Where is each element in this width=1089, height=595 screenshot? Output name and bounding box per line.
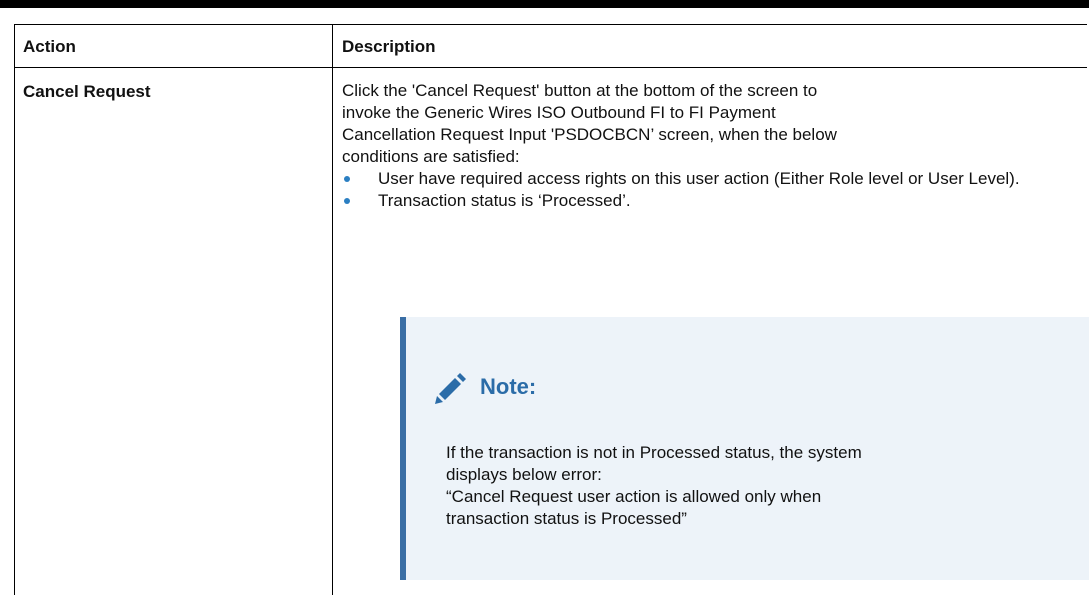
column-separator — [332, 24, 333, 595]
note-line: If the transaction is not in Processed s… — [446, 443, 862, 462]
conditions-list: User have required access rights on this… — [342, 168, 1082, 212]
table-top-border — [14, 24, 1087, 25]
condition-item: User have required access rights on this… — [342, 168, 1082, 190]
note-heading: Note: — [433, 370, 536, 404]
note-line: displays below error: — [446, 465, 602, 484]
bullet-icon — [344, 198, 350, 204]
bullet-icon — [344, 176, 350, 182]
note-line: “Cancel Request user action is allowed o… — [446, 487, 822, 506]
header-description: Description — [342, 37, 436, 56]
table-left-border — [14, 24, 15, 595]
condition-item: Transaction status is ‘Processed’. — [342, 190, 1082, 212]
pencil-icon — [435, 373, 466, 404]
header-action: Action — [23, 37, 76, 56]
action-description-table: Action Description Cancel Request Click … — [14, 24, 1089, 595]
note-box: Note: If the transaction is not in Proce… — [400, 317, 1089, 580]
intro-line: Cancellation Request Input 'PSDOCBCN’ sc… — [342, 125, 837, 144]
description-cell: Click the 'Cancel Request' button at the… — [342, 80, 1082, 212]
intro-line: Click the 'Cancel Request' button at the… — [342, 81, 818, 100]
intro-line: conditions are satisfied: — [342, 147, 520, 166]
condition-text: Transaction status is ‘Processed’. — [378, 191, 631, 210]
header-separator — [14, 67, 1087, 68]
condition-text: User have required access rights on this… — [378, 169, 1020, 188]
action-cancel-request: Cancel Request — [23, 82, 151, 101]
note-line: transaction status is Processed” — [446, 509, 687, 528]
top-rule — [0, 0, 1089, 8]
note-title: Note: — [480, 374, 537, 399]
intro-line: invoke the Generic Wires ISO Outbound FI… — [342, 103, 776, 122]
note-body: If the transaction is not in Processed s… — [446, 442, 1076, 530]
